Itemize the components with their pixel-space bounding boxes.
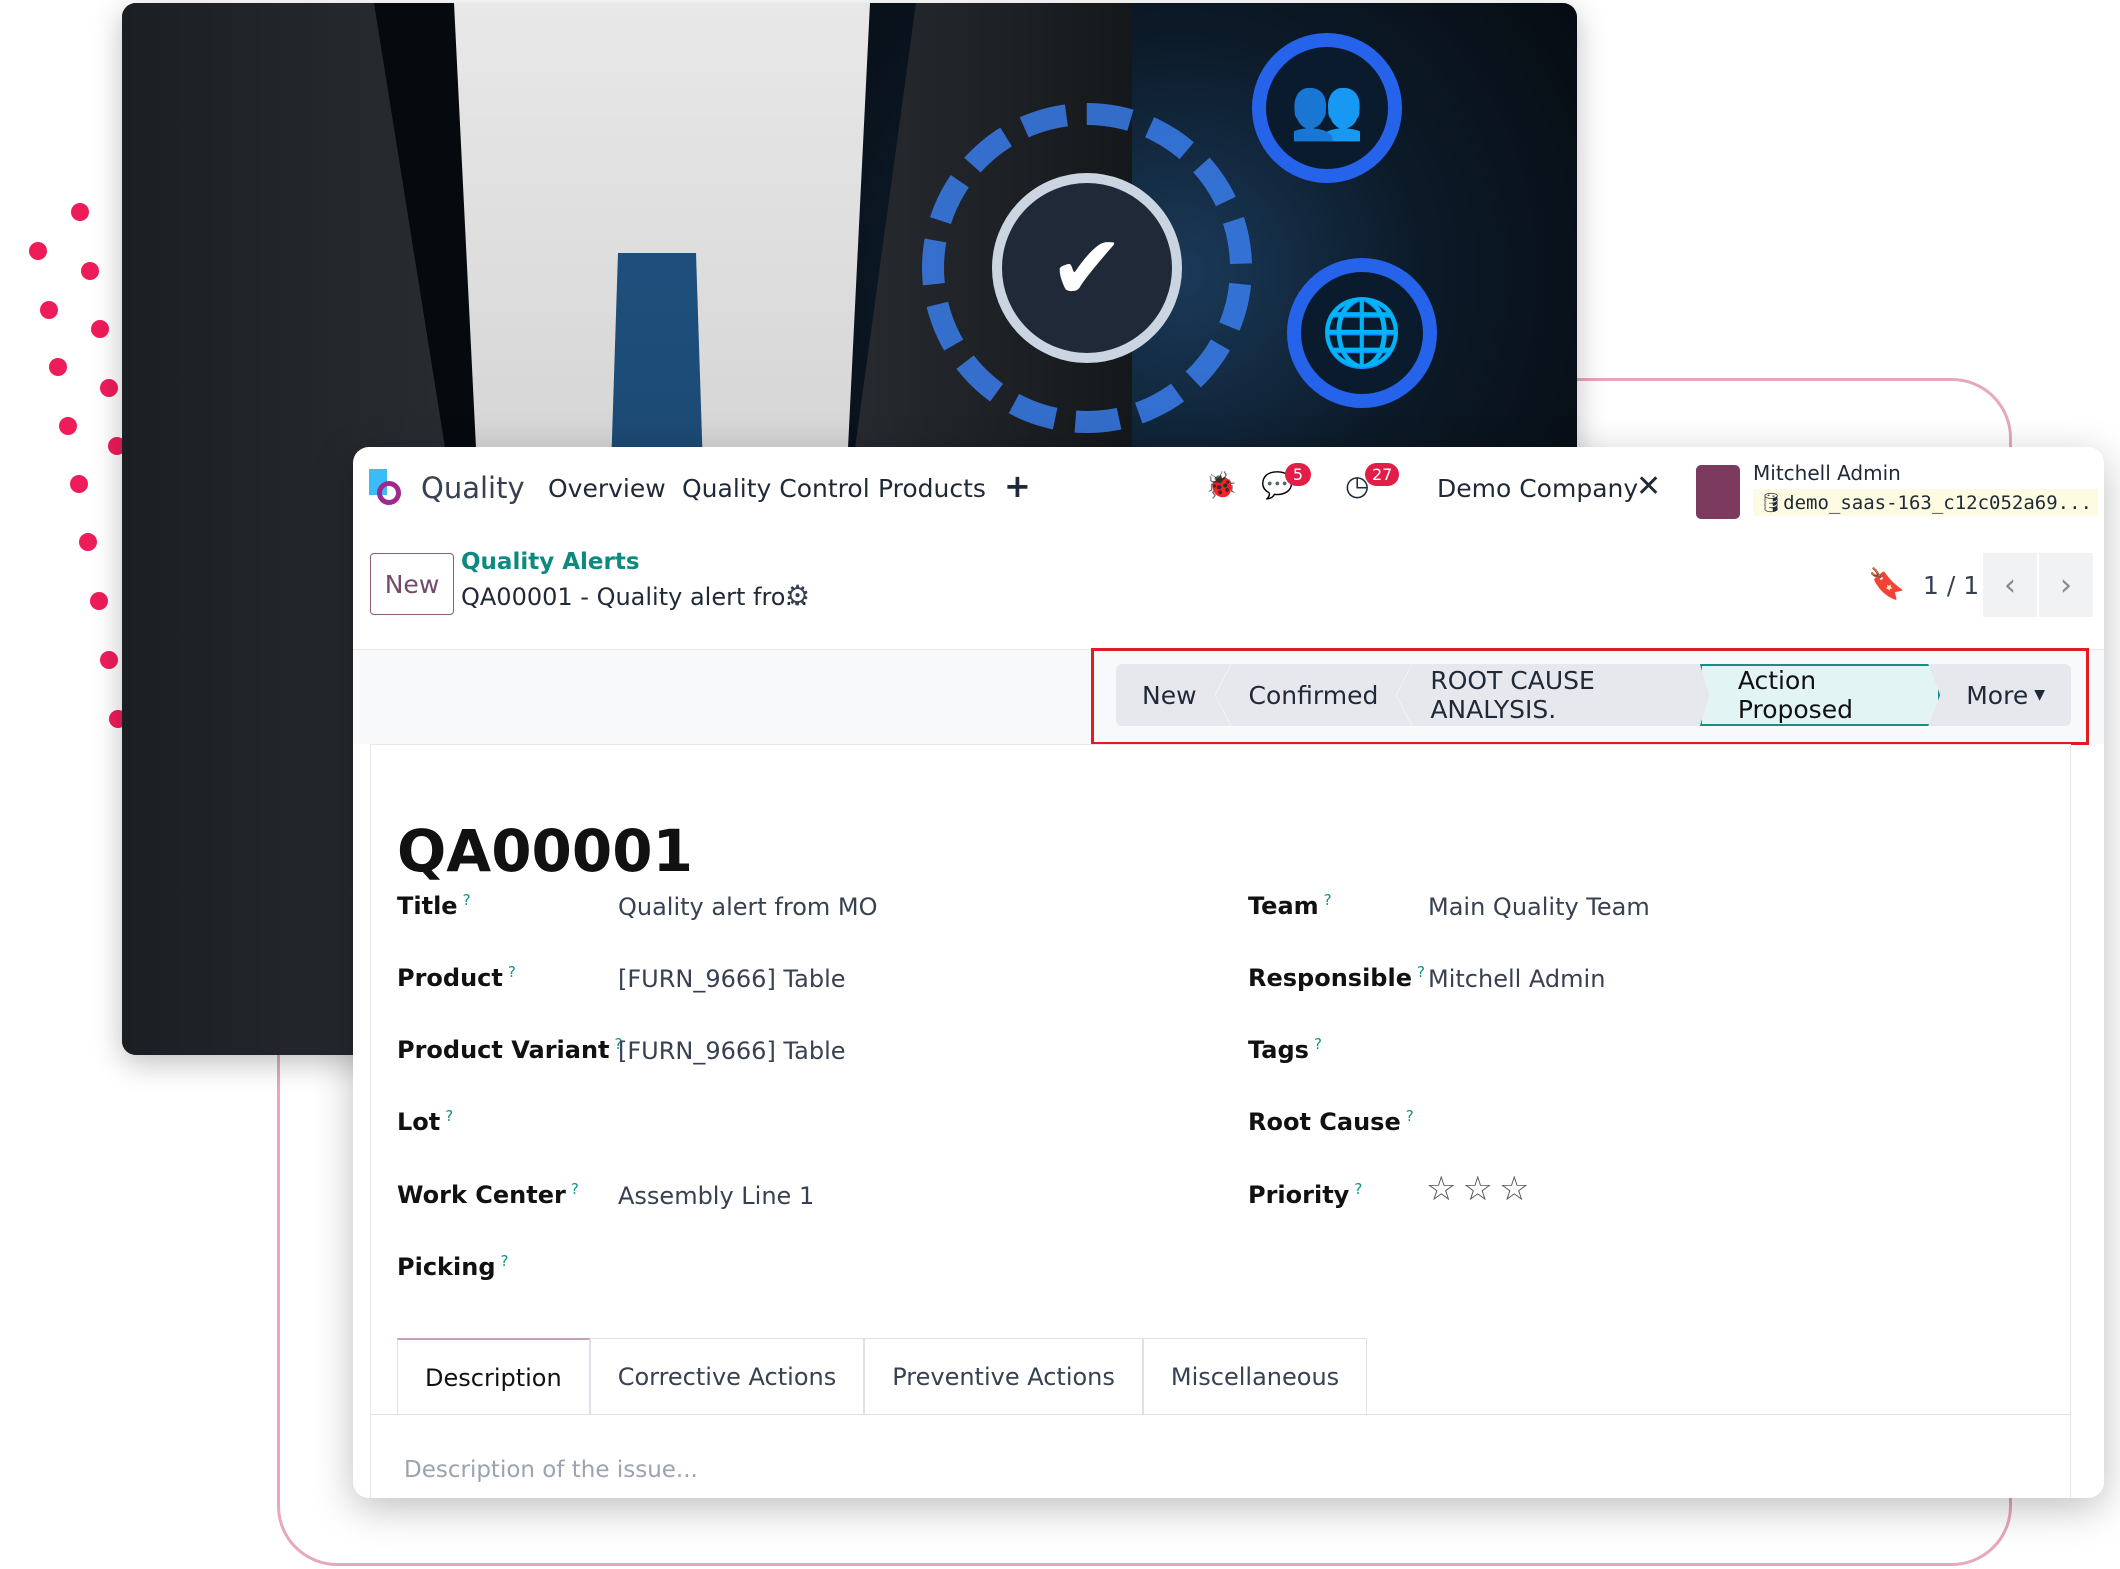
menu-quality-control[interactable]: Quality Control	[682, 474, 870, 503]
star-icon[interactable]: ☆	[1426, 1169, 1456, 1209]
quality-app-icon[interactable]	[369, 469, 401, 509]
database-label: 🛢demo_saas-163_c12c052a69...	[1753, 489, 2098, 516]
bug-icon[interactable]: 🐞	[1205, 471, 1237, 501]
gear-icon[interactable]: ⚙	[785, 579, 810, 612]
next-button[interactable]: ›	[2039, 553, 2093, 617]
company-switcher[interactable]: Demo Company	[1437, 474, 1638, 503]
priority-stars: ☆ ☆ ☆	[1426, 1169, 1535, 1209]
team-field[interactable]: Main Quality Team	[1428, 893, 1650, 921]
tab-divider	[370, 1414, 2071, 1415]
tools-icon[interactable]: ✕	[1636, 469, 1661, 504]
responsible-field[interactable]: Mitchell Admin	[1428, 965, 1605, 993]
menu-overview[interactable]: Overview	[548, 474, 666, 503]
description-editor[interactable]: Description of the issue...	[404, 1457, 698, 1483]
user-name[interactable]: Mitchell Admin	[1753, 461, 1901, 485]
avatar[interactable]	[1696, 465, 1740, 519]
label-lot: Lot?	[397, 1107, 454, 1136]
menu-products[interactable]: Products	[878, 474, 986, 503]
globe-icon: 🌐	[1287, 258, 1437, 408]
users-icon: 👥	[1252, 33, 1402, 183]
label-product-variant: Product Variant?	[397, 1035, 623, 1064]
checkmark-icon: ✔	[992, 173, 1182, 363]
new-button[interactable]: New	[370, 553, 454, 615]
navbar: Quality Overview Quality Control Product…	[353, 447, 2104, 534]
work-center-field[interactable]: Assembly Line 1	[618, 1182, 814, 1210]
label-priority: Priority?	[1248, 1180, 1363, 1209]
pager-value[interactable]: 1 / 1	[1923, 571, 1979, 600]
previous-button[interactable]: ‹	[1983, 553, 2037, 617]
tab-description[interactable]: Description	[397, 1338, 590, 1415]
breadcrumb-current: QA00001 - Quality alert fro...	[461, 583, 808, 611]
label-responsible: Responsible?	[1248, 963, 1425, 992]
app-name[interactable]: Quality	[421, 471, 525, 505]
tab-corrective-actions[interactable]: Corrective Actions	[589, 1338, 865, 1415]
messages-badge: 5	[1285, 463, 1311, 486]
notebook-tabs: Description Corrective Actions Preventiv…	[397, 1338, 1368, 1415]
label-team: Team?	[1248, 891, 1332, 920]
breadcrumb-quality-alerts[interactable]: Quality Alerts	[461, 549, 640, 575]
label-product: Product?	[397, 963, 516, 992]
database-icon: 🛢	[1759, 492, 1784, 514]
star-icon[interactable]: ☆	[1499, 1169, 1529, 1209]
label-root-cause: Root Cause?	[1248, 1107, 1414, 1136]
record-reference: QA00001	[397, 817, 693, 885]
label-work-center: Work Center?	[397, 1180, 579, 1209]
product-variant-field[interactable]: [FURN_9666] Table	[618, 1037, 846, 1065]
plus-icon[interactable]: +	[1004, 467, 1031, 505]
bookmark-icon[interactable]: 🔖	[1868, 567, 1905, 602]
label-title: Title?	[397, 891, 471, 920]
title-field[interactable]: Quality alert from MO	[618, 893, 878, 921]
label-tags: Tags?	[1248, 1035, 1322, 1064]
product-field[interactable]: [FURN_9666] Table	[618, 965, 846, 993]
app-window: Quality Overview Quality Control Product…	[353, 447, 2104, 1498]
highlight-box	[1091, 648, 2089, 745]
label-picking: Picking?	[397, 1252, 509, 1281]
star-icon[interactable]: ☆	[1462, 1169, 1492, 1209]
activities-badge: 27	[1365, 463, 1400, 486]
tab-miscellaneous[interactable]: Miscellaneous	[1142, 1338, 1368, 1415]
tab-preventive-actions[interactable]: Preventive Actions	[864, 1338, 1143, 1415]
